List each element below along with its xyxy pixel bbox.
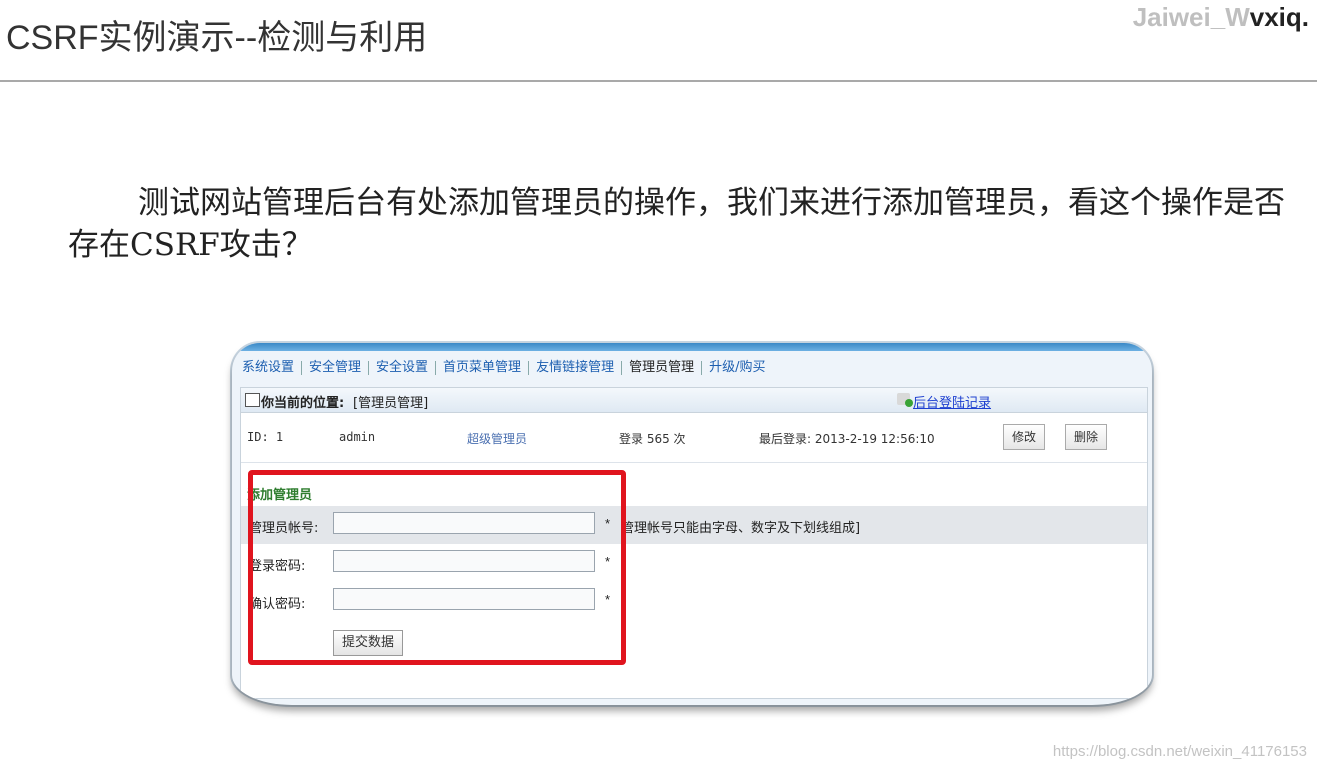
nav-item-system-settings[interactable]: 系统设置: [242, 361, 303, 375]
admin-id: ID: 1: [247, 430, 284, 444]
nav-item-friend-links[interactable]: 友情链接管理: [529, 361, 623, 375]
slide-title: CSRF实例演示--检测与利用: [6, 19, 428, 57]
account-hint: 管理帐号只能由字母、数字及下划线组成]: [621, 521, 861, 536]
nav-item-admin-management[interactable]: 管理员管理: [622, 361, 703, 375]
watermark-bottom: https://blog.csdn.net/weixin_41176153: [1052, 743, 1307, 760]
nav-item-homepage-menu[interactable]: 首页菜单管理: [436, 361, 530, 375]
admin-last-login: 最后登录: 2013-2-19 12:56:10: [759, 432, 935, 446]
nav-item-security-settings[interactable]: 安全设置: [369, 361, 437, 375]
delete-button[interactable]: 删除: [1065, 424, 1108, 450]
admin-login-count: 登录 565 次: [619, 432, 686, 446]
paragraph-text: 测试网站管理后台有处添加管理员的操作，我们来进行添加管理员，看这个操作是否存在C…: [68, 185, 1285, 263]
watermark-top-text: Jaiwei_W: [1132, 2, 1250, 32]
login-records-link[interactable]: 后台登陆记录: [913, 392, 991, 411]
edit-button[interactable]: 修改: [1003, 424, 1046, 450]
nav-item-security-management[interactable]: 安全管理: [302, 361, 370, 375]
slide-header: CSRF实例演示--检测与利用 Jaiwei_Wvxiq.: [0, 0, 1317, 82]
admin-username: admin: [339, 430, 376, 444]
location-value: [管理员管理]: [353, 396, 429, 411]
slide-paragraph: 测试网站管理后台有处添加管理员的操作，我们来进行添加管理员，看这个操作是否存在C…: [68, 182, 1298, 266]
panel-top-bar: [232, 343, 1152, 351]
admin-info-row: ID: 1 admin 超级管理员 登录 565 次 最后登录: 2013-2-…: [241, 418, 1147, 456]
window-icon: [245, 393, 260, 407]
location-label: 你当前的位置:: [261, 396, 345, 411]
red-highlight-box: [248, 470, 626, 665]
divider: [241, 462, 1147, 463]
login-record-icon: [897, 393, 913, 407]
location-bar: 你当前的位置: [管理员管理] 后台登陆记录: [241, 388, 1147, 413]
admin-nav: 系统设置 安全管理 安全设置 首页菜单管理 友情链接管理 管理员管理 升级/购买: [242, 355, 772, 381]
admin-role: 超级管理员: [467, 432, 528, 446]
nav-item-upgrade[interactable]: 升级/购买: [702, 361, 772, 375]
watermark-top-logo: vxiq.: [1249, 2, 1309, 32]
watermark-top: Jaiwei_Wvxiq.: [1133, 2, 1309, 33]
